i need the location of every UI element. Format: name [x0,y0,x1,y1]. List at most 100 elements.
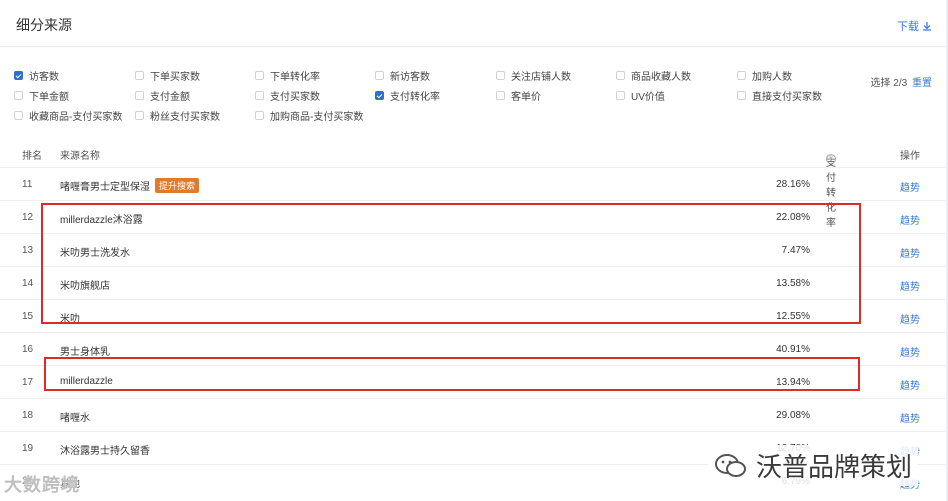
trend-link[interactable]: 趋势 [900,344,920,359]
trend-link[interactable]: 趋势 [900,245,920,260]
filter-option[interactable]: 关注店铺人数 [496,68,571,83]
trend-link[interactable]: 趋势 [900,179,920,194]
row-source-name: 啫喱水 [60,409,90,424]
filter-option[interactable]: 支付买家数 [255,88,320,103]
filter-label: UV价值 [631,92,665,103]
filter-label: 下单买家数 [150,72,200,83]
detail-source-panel: 细分来源 下载 访客数 下单买家数 下单转化率 新访客数 关注店铺人数 商品收藏人数 加购人… [0,0,946,501]
trend-link[interactable]: 趋势 [900,212,920,227]
panel-title: 细分来源 [16,17,72,33]
row-rank: 16 [22,344,34,355]
panel-header: 细分来源 下载 [0,0,946,47]
filter-option[interactable]: 收藏商品-支付买家数 [14,108,122,123]
filter-label: 访客数 [29,72,59,83]
row-source-name: 男士身体乳 [60,343,110,358]
checkbox-icon[interactable] [375,71,384,80]
filter-option[interactable]: 下单金额 [14,88,69,103]
watermark-left-text: 大数跨境 [4,475,80,495]
filter-label: 粉丝支付买家数 [150,112,220,123]
row-rank: 11 [22,179,33,190]
filter-label: 商品收藏人数 [631,72,691,83]
download-button[interactable]: 下载 [897,18,932,34]
header-source-name: 来源名称 [60,151,100,162]
table-header: 排名 来源名称 支付转化率 ? ⇅ 操作 [0,140,946,229]
checkbox-icon[interactable] [255,111,264,120]
trend-link[interactable]: 趋势 [900,311,920,326]
filter-label: 支付金额 [150,92,190,103]
filter-option[interactable]: 支付金额 [135,88,190,103]
filter-option[interactable]: 直接支付买家数 [737,88,822,103]
download-label: 下载 [897,21,919,33]
source-name-text: 啫喱水 [60,413,90,424]
trend-link[interactable]: 趋势 [900,410,920,425]
row-source-name: 沐浴露男士持久留香 [60,442,150,457]
row-rank: 14 [22,278,34,289]
checkbox-checked-icon[interactable] [14,71,23,80]
source-name-text: 啫喱膏男士定型保湿 [60,182,150,193]
highlight-box-top [41,203,861,324]
filter-option[interactable]: 下单转化率 [255,68,320,83]
boost-search-tag[interactable]: 提升搜索 [155,178,200,193]
filter-label: 加购商品-支付买家数 [270,112,364,123]
filter-option[interactable]: 粉丝支付买家数 [135,108,220,123]
row-rank: 15 [22,311,34,322]
filter-option[interactable]: 加购人数 [737,68,792,83]
highlight-box-bottom [44,357,860,391]
filter-label: 关注店铺人数 [511,72,571,83]
reset-button[interactable]: 重置 [912,78,932,89]
filter-option[interactable]: 下单买家数 [135,68,200,83]
watermark-left: 大数跨境 [4,471,80,497]
source-name-text: 男士身体乳 [60,347,110,358]
row-rank: 12 [22,212,34,223]
checkbox-checked-icon[interactable] [375,91,384,100]
filter-option[interactable]: 商品收藏人数 [616,68,691,83]
checkbox-icon[interactable] [737,91,746,100]
selection-info: 选择 2/3 重置 [871,74,932,89]
row-pay-rate: 28.16% [776,179,810,190]
filter-label: 支付买家数 [270,92,320,103]
checkbox-icon[interactable] [737,71,746,80]
checkbox-icon[interactable] [135,71,144,80]
checkbox-icon[interactable] [616,91,625,100]
header-operation: 操作 [900,151,920,162]
trend-link[interactable]: 趋势 [900,377,920,392]
source-name-text: 沐浴露男士持久留香 [60,446,150,457]
trend-link[interactable]: 趋势 [900,278,920,293]
sort-icon[interactable]: ⇅ [826,154,832,162]
checkbox-icon[interactable] [135,91,144,100]
filter-option[interactable]: 支付转化率 [375,88,440,103]
filter-label: 支付转化率 [390,92,440,103]
filter-option[interactable]: 客单价 [496,88,541,103]
checkbox-icon[interactable] [496,91,505,100]
filter-option[interactable]: 访客数 [14,68,59,83]
filter-label: 客单价 [511,92,541,103]
filter-label: 下单转化率 [270,72,320,83]
selection-count: 选择 2/3 [870,78,908,89]
row-pay-rate: 29.08% [776,410,810,421]
table-row: 11 啫喱膏男士定型保湿 提升搜索 28.16% 趋势 [0,167,946,200]
checkbox-icon[interactable] [255,91,264,100]
row-source-name: 啫喱膏男士定型保湿 提升搜索 [60,178,200,193]
download-icon [923,22,931,31]
filter-option[interactable]: 加购商品-支付买家数 [255,108,363,123]
checkbox-icon[interactable] [135,111,144,120]
filter-label: 加购人数 [752,72,792,83]
wechat-icon [714,453,746,477]
filter-label: 直接支付买家数 [752,92,822,103]
checkbox-icon[interactable] [14,111,23,120]
watermark-right-text: 沃普品牌策划 [755,452,912,482]
table-row: 18 啫喱水 29.08% 趋势 [0,398,946,431]
header-rank: 排名 [22,151,42,162]
filter-label: 新访客数 [390,72,430,83]
watermark-right: 沃普品牌策划 [707,445,918,486]
checkbox-icon[interactable] [496,71,505,80]
checkbox-icon[interactable] [14,91,23,100]
checkbox-icon[interactable] [255,71,264,80]
row-rank: 17 [22,377,34,388]
row-rank: 18 [22,410,34,421]
filter-option[interactable]: 新访客数 [375,68,430,83]
checkbox-icon[interactable] [616,71,625,80]
filter-option[interactable]: UV价值 [616,88,665,103]
row-pay-rate: 40.91% [776,344,810,355]
metric-filter-group: 访客数 下单买家数 下单转化率 新访客数 关注店铺人数 商品收藏人数 加购人数下单金额 支付金… [0,68,946,130]
